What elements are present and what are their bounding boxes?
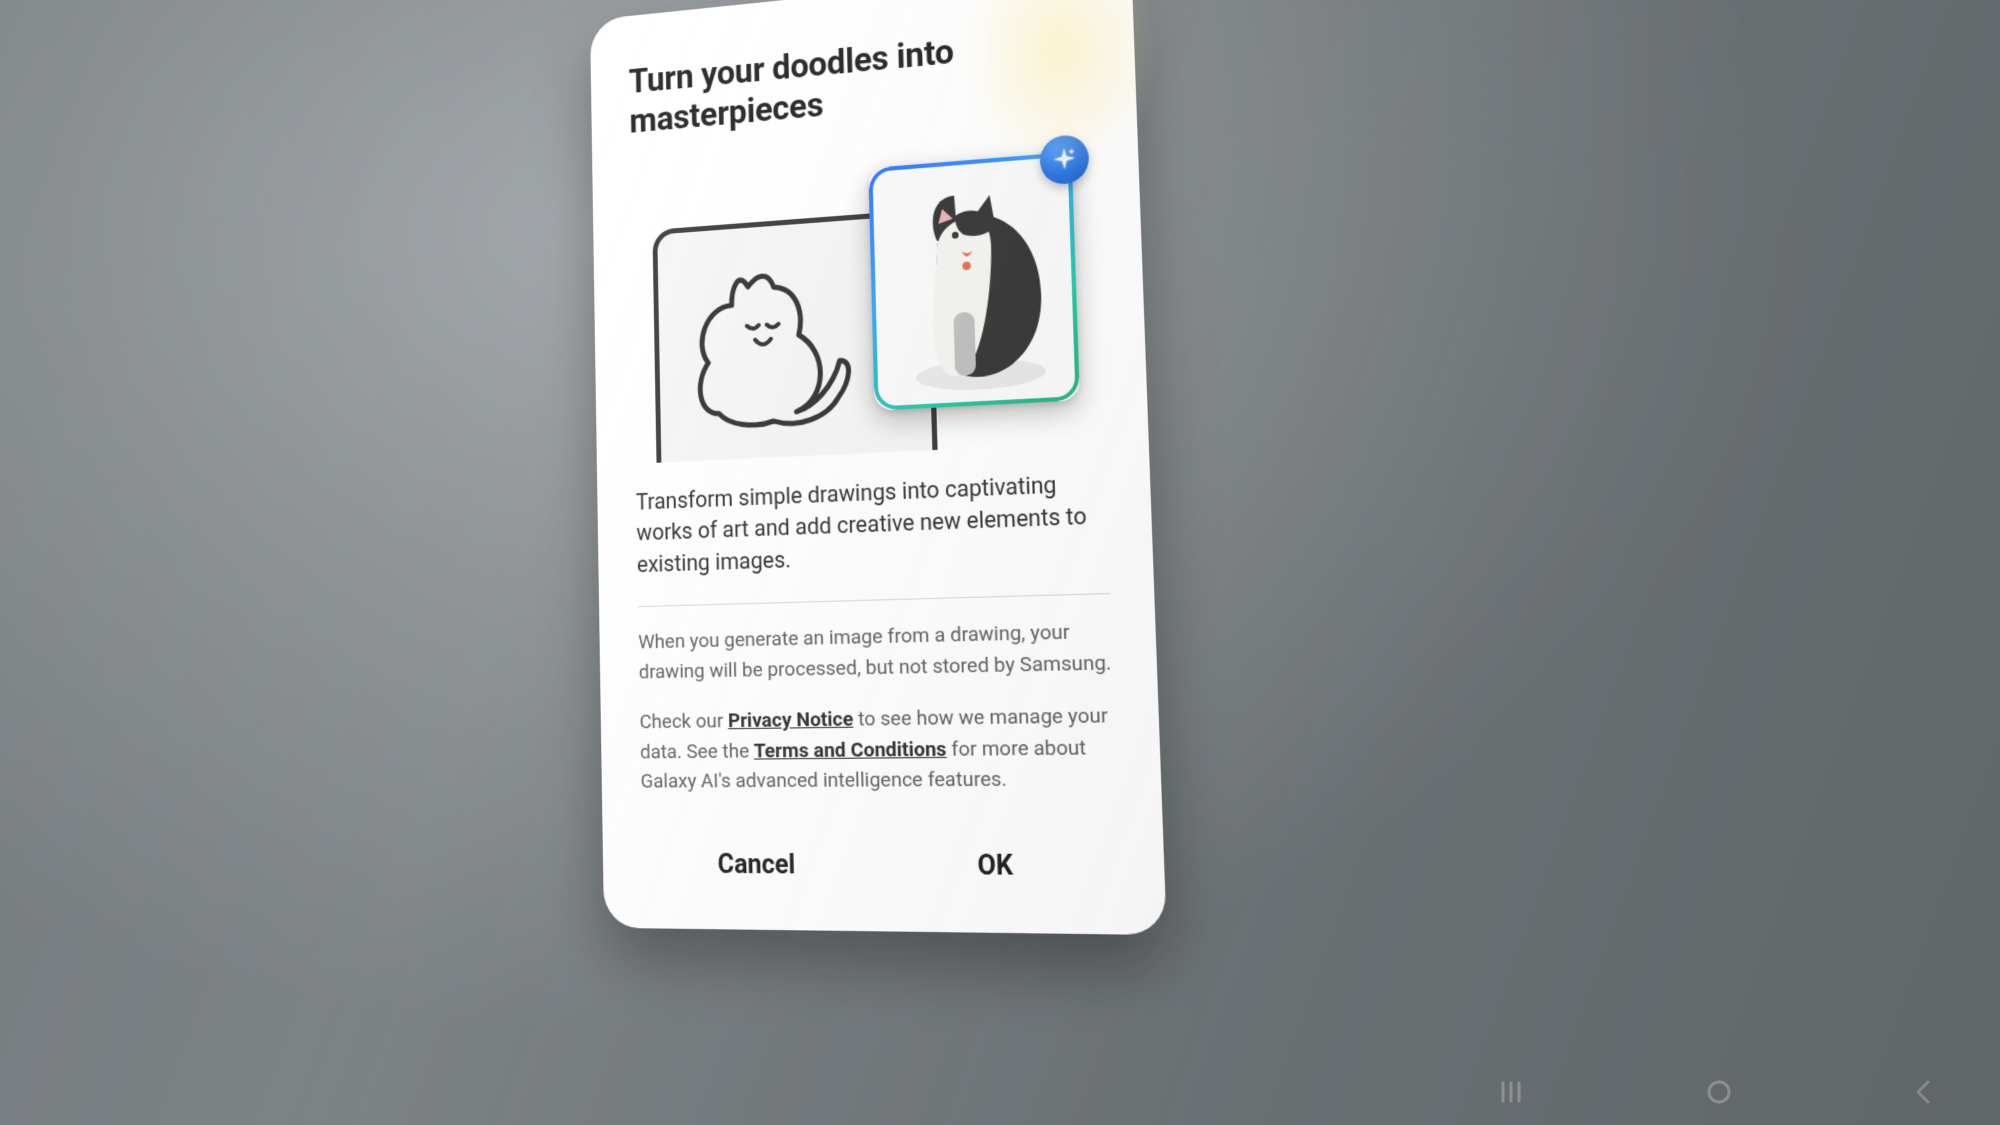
feature-intro-dialog: Turn your doodles into masterpieces (590, 0, 1167, 935)
divider (638, 593, 1111, 607)
privacy-note: When you generate an image from a drawin… (638, 616, 1113, 687)
system-navigation-bar (1498, 1075, 1940, 1109)
legal-text: Check our Privacy Notice to see how we m… (639, 700, 1117, 796)
nav-home-icon[interactable] (1702, 1075, 1736, 1109)
dialog-button-row: Cancel OK (641, 826, 1121, 901)
ai-sparkle-badge-icon (1039, 133, 1089, 185)
cancel-button[interactable]: Cancel (641, 832, 874, 898)
screen-background: Turn your doodles into masterpieces (0, 0, 2000, 1125)
dialog-title: Turn your doodles into masterpieces (628, 19, 1093, 144)
privacy-notice-link[interactable]: Privacy Notice (728, 706, 854, 732)
legal-prefix: Check our (639, 708, 728, 733)
cat-art-icon (879, 379, 1074, 409)
ok-button[interactable]: OK (873, 832, 1121, 900)
nav-back-icon[interactable] (1906, 1075, 1940, 1109)
generated-art-card (868, 151, 1080, 410)
dialog-description: Transform simple drawings into captivati… (636, 468, 1110, 582)
terms-and-conditions-link[interactable]: Terms and Conditions (754, 736, 947, 762)
dialog-illustration (651, 138, 1113, 458)
nav-recent-icon[interactable] (1498, 1075, 1532, 1109)
